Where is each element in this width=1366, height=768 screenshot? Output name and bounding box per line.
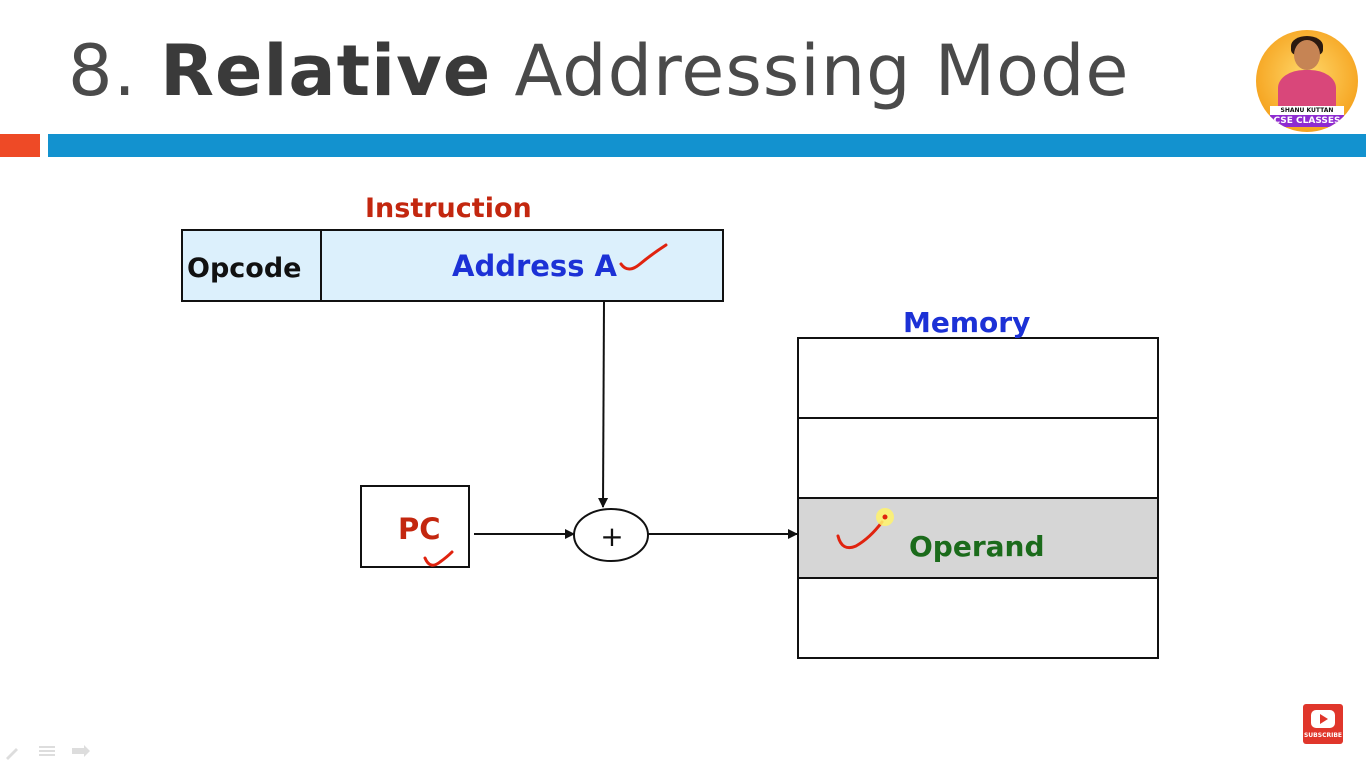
pen-icon[interactable] xyxy=(6,748,18,760)
subscribe-label: SUBSCRIBE xyxy=(1303,732,1342,739)
menu-icon[interactable] xyxy=(39,746,55,756)
cursor-dot xyxy=(882,514,888,520)
opcode-label: Opcode xyxy=(187,253,302,284)
forward-icon[interactable] xyxy=(72,745,90,757)
arrow-address-to-adder xyxy=(598,300,609,508)
memory-cell-4 xyxy=(797,577,1159,659)
addressing-diagram: + xyxy=(181,229,1159,659)
subscribe-button[interactable]: SUBSCRIBE xyxy=(1303,704,1343,744)
instruction-label: Instruction xyxy=(365,193,532,224)
operand-label: Operand xyxy=(909,530,1045,563)
address-label: Address A xyxy=(452,249,617,283)
pc-label: PC xyxy=(398,512,441,546)
memory-cell-2 xyxy=(797,417,1159,499)
memory-cell-1 xyxy=(797,337,1159,419)
memory-label: Memory xyxy=(903,306,1031,339)
adder-symbol: + xyxy=(600,520,623,553)
presentation-toolbar xyxy=(6,745,90,760)
play-triangle-icon xyxy=(1320,714,1328,724)
